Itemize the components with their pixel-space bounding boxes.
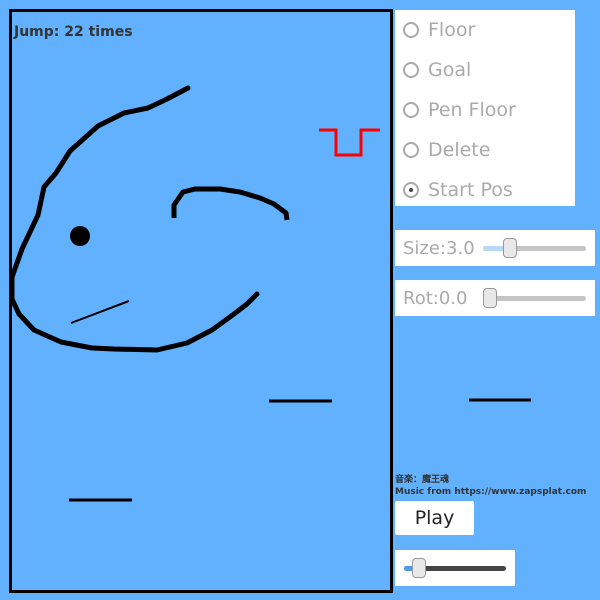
size-slider-label: Size:3.0 bbox=[403, 237, 475, 259]
radio-selected-icon[interactable] bbox=[403, 182, 419, 198]
size-slider-thumb[interactable] bbox=[503, 238, 517, 258]
tool-delete-label: Delete bbox=[428, 139, 491, 161]
tool-pen-floor[interactable]: Pen Floor bbox=[395, 90, 575, 130]
rot-slider-label: Rot:0.0 bbox=[403, 287, 468, 309]
music-credit-en: Music from https://www.zapsplat.com bbox=[395, 487, 587, 497]
drawing-layer[interactable] bbox=[12, 12, 390, 590]
size-slider-track[interactable] bbox=[483, 246, 586, 251]
pen-floor-outline bbox=[12, 85, 260, 353]
play-button[interactable]: Play bbox=[395, 501, 474, 535]
pen-floor-arc bbox=[171, 186, 290, 221]
size-slider: Size:3.0 bbox=[395, 230, 595, 266]
eye-dot bbox=[70, 226, 90, 246]
tool-start-pos-label: Start Pos bbox=[428, 179, 513, 201]
tool-start-pos[interactable]: Start Pos bbox=[395, 170, 575, 210]
tool-pen-floor-label: Pen Floor bbox=[428, 99, 516, 121]
mouth-line bbox=[70, 300, 130, 324]
tool-goal[interactable]: Goal bbox=[395, 50, 575, 90]
tool-floor[interactable]: Floor bbox=[395, 10, 575, 50]
goal-marker bbox=[319, 128, 380, 157]
tool-selector: Floor Goal Pen Floor Delete Start Pos bbox=[395, 10, 575, 206]
tool-delete[interactable]: Delete bbox=[395, 130, 575, 170]
volume-slider-thumb[interactable] bbox=[412, 558, 426, 578]
floor-platform-offscreen bbox=[469, 398, 531, 402]
game-canvas[interactable]: Jump: 22 times bbox=[9, 9, 393, 593]
radio-icon[interactable] bbox=[403, 142, 419, 158]
rot-slider-track[interactable] bbox=[483, 296, 586, 301]
music-credit-jp: 音楽：魔王魂 bbox=[395, 475, 450, 485]
radio-icon[interactable] bbox=[403, 22, 419, 38]
radio-icon[interactable] bbox=[403, 102, 419, 118]
volume-slider bbox=[395, 550, 515, 586]
tool-floor-label: Floor bbox=[428, 19, 476, 41]
rot-slider: Rot:0.0 bbox=[395, 280, 595, 316]
rot-slider-thumb[interactable] bbox=[483, 288, 497, 308]
radio-icon[interactable] bbox=[403, 62, 419, 78]
tool-goal-label: Goal bbox=[428, 59, 472, 81]
